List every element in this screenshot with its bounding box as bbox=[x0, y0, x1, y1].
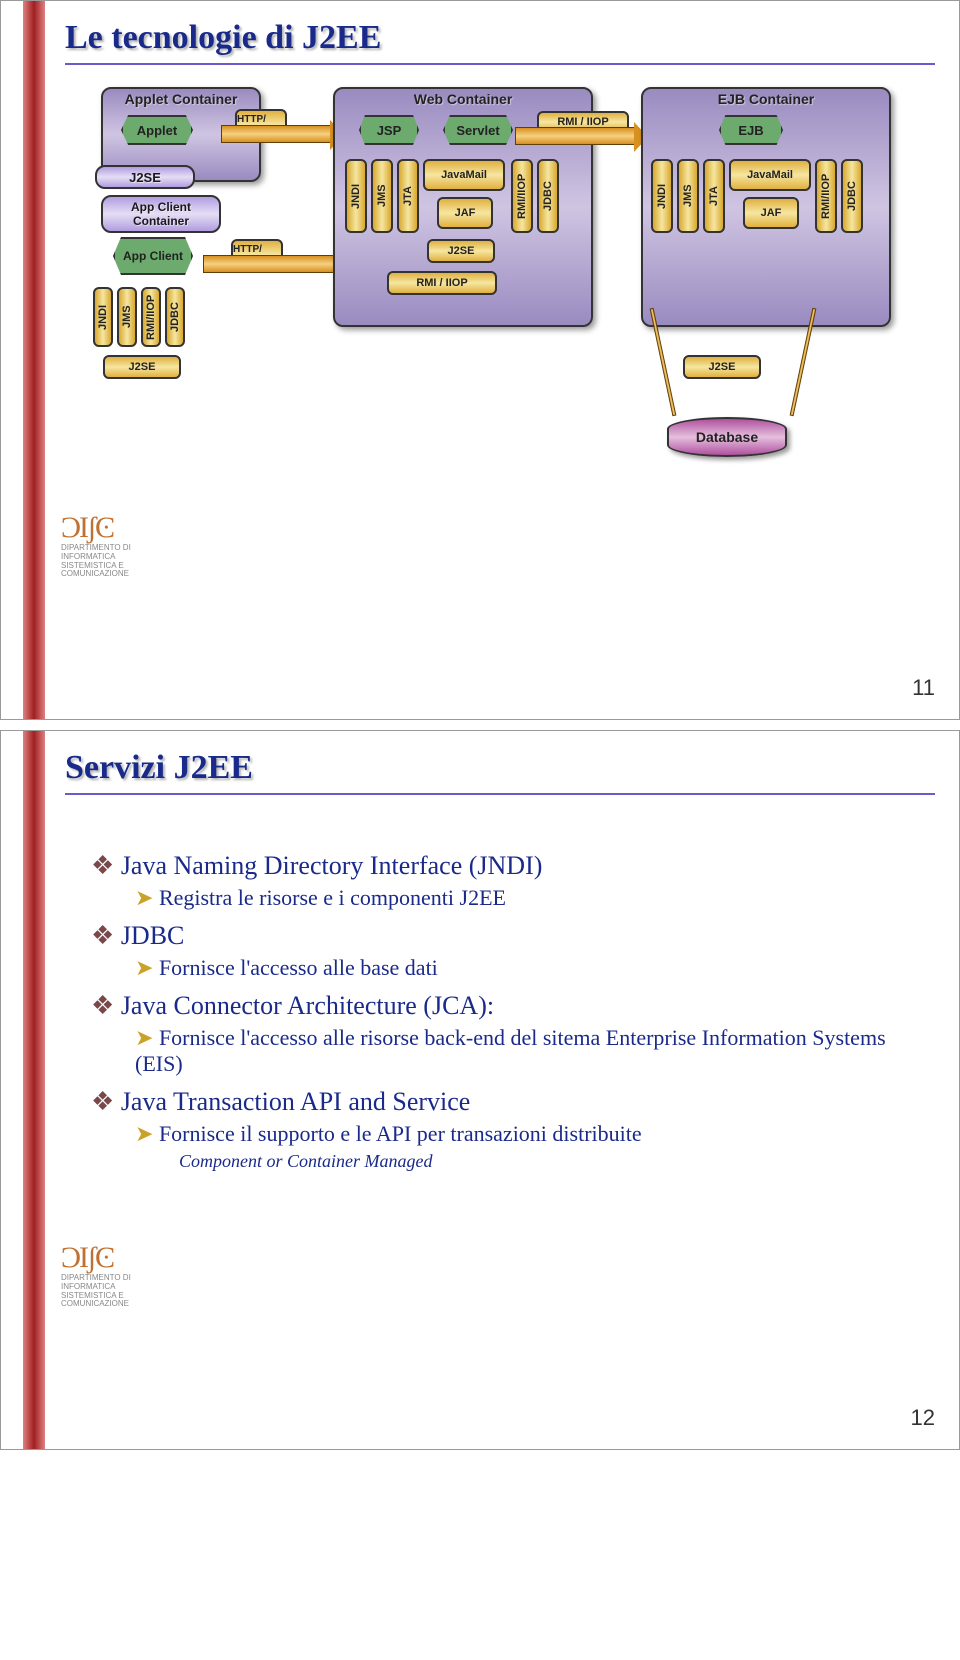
rmiiiop-pill-bl: RMI/IIOP bbox=[141, 287, 161, 347]
jsp-hexagon: JSP bbox=[359, 115, 419, 145]
page-number-2: 12 bbox=[911, 1405, 935, 1431]
j2se-bl: J2SE bbox=[103, 355, 181, 379]
arrow-applet-web bbox=[221, 125, 331, 143]
javamail-ejb: JavaMail bbox=[729, 159, 811, 191]
j2ee-diagram: Applet Container Applet J2SE App Client … bbox=[101, 87, 891, 587]
bullet-jta-sub: Fornisce il supporto e le API per transa… bbox=[135, 1121, 911, 1147]
ejb-container-label: EJB Container bbox=[643, 89, 889, 109]
j2se-ejb: J2SE bbox=[683, 355, 761, 379]
servlet-hexagon: Servlet bbox=[443, 115, 513, 145]
bullet-jndi: Java Naming Directory Interface (JNDI) bbox=[91, 851, 911, 881]
logo-2: ϽIʃϾ DIPARTIMENTO DI INFORMATICA SISTEMI… bbox=[61, 1241, 151, 1331]
web-container-label: Web Container bbox=[335, 89, 591, 109]
database-cylinder: Database bbox=[667, 417, 787, 457]
jms-pill-bl: JMS bbox=[117, 287, 137, 347]
logo-swirl-2: ϽIʃϾ bbox=[61, 1241, 151, 1274]
bullet-jca: Java Connector Architecture (JCA): bbox=[91, 991, 911, 1021]
app-client-hexagon: App Client bbox=[113, 237, 193, 275]
page-number: 11 bbox=[912, 675, 935, 701]
app-client-container: App Client Container bbox=[101, 195, 221, 233]
applet-hexagon: Applet bbox=[121, 115, 193, 145]
logo-text-2: DIPARTIMENTO DI INFORMATICA SISTEMISTICA… bbox=[61, 1274, 151, 1309]
applet-label: Applet bbox=[137, 123, 177, 138]
rmiiiop-web-bottom: RMI / IIOP bbox=[387, 271, 497, 295]
rmiiiop-ejb: RMI/IIOP bbox=[815, 159, 837, 233]
slide-title-2: Servizi J2EE bbox=[65, 749, 253, 787]
jndi-pill-bl: JNDI bbox=[93, 287, 113, 347]
title-band-2: Servizi J2EE bbox=[65, 743, 935, 795]
arrow-web-ejb bbox=[515, 127, 635, 145]
jndi-ejb: JNDI bbox=[651, 159, 673, 233]
jaf-web: JAF bbox=[437, 197, 493, 229]
red-stripe-2 bbox=[23, 731, 45, 1449]
jms-ejb: JMS bbox=[677, 159, 699, 233]
bullet-jca-sub: Fornisce l'accesso alle risorse back-end… bbox=[135, 1025, 911, 1077]
jta-ejb: JTA bbox=[703, 159, 725, 233]
slide-1: Le tecnologie di J2EE ϽIʃϾ DIPARTIMENTO … bbox=[0, 0, 960, 720]
red-stripe bbox=[23, 1, 45, 719]
j2se-web: J2SE bbox=[427, 239, 495, 263]
jms-web: JMS bbox=[371, 159, 393, 233]
ejb-hexagon: EJB bbox=[719, 115, 783, 145]
applet-container-label: Applet Container bbox=[103, 89, 259, 109]
jdbc-pill-bl: JDBC bbox=[165, 287, 185, 347]
jdbc-web: JDBC bbox=[537, 159, 559, 233]
bullet-jdbc-sub: Fornisce l'accesso alle base dati bbox=[135, 955, 911, 981]
title-band: Le tecnologie di J2EE bbox=[65, 13, 935, 65]
bullet-jdbc: JDBC bbox=[91, 921, 911, 951]
bullet-jta: Java Transaction API and Service bbox=[91, 1087, 911, 1117]
jaf-ejb: JAF bbox=[743, 197, 799, 229]
arrow-client-web bbox=[203, 255, 343, 273]
jta-web: JTA bbox=[397, 159, 419, 233]
slide-2: Servizi J2EE ϽIʃϾ DIPARTIMENTO DI INFORM… bbox=[0, 730, 960, 1450]
bullets-area: Java Naming Directory Interface (JNDI) R… bbox=[91, 841, 911, 1174]
javamail-web: JavaMail bbox=[423, 159, 505, 191]
rmiiiop-web: RMI/IIOP bbox=[511, 159, 533, 233]
jndi-web: JNDI bbox=[345, 159, 367, 233]
jdbc-ejb: JDBC bbox=[841, 159, 863, 233]
j2se-pill-1: J2SE bbox=[95, 165, 195, 189]
bullet-jndi-sub: Registra le risorse e i componenti J2EE bbox=[135, 885, 911, 911]
slide-title: Le tecnologie di J2EE bbox=[65, 19, 381, 57]
bullet-jta-sub2: Component or Container Managed bbox=[179, 1151, 911, 1172]
